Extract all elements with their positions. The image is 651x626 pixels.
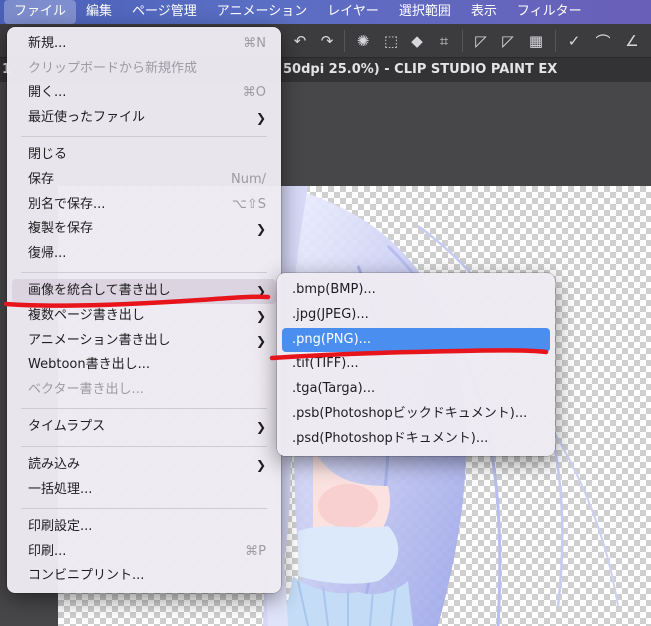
toolbar-divider: [462, 30, 463, 52]
file-menu: 新規... ⌘N クリップボードから新規作成 開く... ⌘O 最近使ったファイル ❯…: [7, 27, 281, 593]
menu-item-label: 読み込み: [28, 456, 81, 472]
shortcut-label: ⌘O: [242, 85, 266, 101]
menu-item-label: 複製を保存: [28, 221, 94, 237]
menu-divider: [21, 272, 267, 274]
grid-icon[interactable]: ▦: [525, 30, 547, 52]
menu-divider: [21, 508, 267, 510]
menu-item-export-vector: ベクター書き出し...: [12, 378, 276, 403]
menu-item-new[interactable]: 新規... ⌘N: [12, 32, 276, 57]
menu-item-label: アニメーション書き出し: [28, 332, 171, 348]
menu-item-label: 複数ページ書き出し: [28, 307, 145, 323]
menu-item-label: ベクター書き出し...: [28, 381, 144, 397]
menu-file[interactable]: ファイル: [4, 0, 77, 24]
menu-item-label: タイムラプス: [28, 419, 106, 435]
menu-item-timelapse[interactable]: タイムラプス ❯: [12, 415, 276, 440]
menu-divider: [21, 445, 267, 447]
export-format-submenu: .bmp(BMP)... .jpg(JPEG)... .png(PNG)... …: [277, 273, 555, 456]
menu-item-close[interactable]: 閉じる: [12, 143, 276, 168]
menu-item-export-flattened[interactable]: 画像を統合して書き出し ❯: [12, 279, 276, 304]
menu-item-label: 開く...: [28, 85, 67, 101]
menu-divider: [21, 136, 267, 138]
pen-tool-icon[interactable]: ✓: [563, 30, 585, 52]
chevron-right-icon: ❯: [255, 308, 266, 323]
crop-icon[interactable]: ⬚: [380, 30, 402, 52]
menu-selection[interactable]: 選択範囲: [389, 0, 461, 24]
menu-item-label: 印刷設定...: [28, 519, 93, 535]
menu-item-label: 保存: [28, 171, 55, 187]
window-title: 50dpi 25.0%) - CLIP STUDIO PAINT EX: [283, 62, 558, 77]
menu-item-label: 画像を統合して書き出し: [28, 283, 171, 299]
chevron-right-icon: ❯: [255, 110, 266, 125]
toolbar-divider: [344, 30, 345, 52]
chevron-right-icon: ❯: [255, 333, 266, 348]
submenu-item-jpg[interactable]: .jpg(JPEG)...: [282, 303, 550, 328]
menu-item-label: クリップボードから新規作成: [28, 60, 198, 76]
chevron-right-icon: ❯: [255, 222, 266, 237]
chevron-right-icon: ❯: [255, 420, 266, 435]
menu-item-open[interactable]: 開く... ⌘O: [12, 81, 276, 106]
chevron-right-icon: ❯: [255, 457, 266, 472]
menu-item-label: 一括処理...: [28, 481, 93, 497]
menu-item-export-animation[interactable]: アニメーション書き出し ❯: [12, 329, 276, 354]
toolbar-divider: [555, 30, 556, 52]
submenu-item-tif[interactable]: .tif(TIFF)...: [282, 352, 550, 377]
menu-item-batch-process[interactable]: 一括処理...: [12, 478, 276, 503]
ruler-off-icon[interactable]: ◸: [470, 30, 492, 52]
menu-page-management[interactable]: ページ管理: [122, 0, 207, 24]
menu-animation[interactable]: アニメーション: [207, 0, 317, 24]
shortcut-label: ⌘N: [243, 36, 266, 51]
menu-item-label: 新規...: [28, 36, 67, 51]
brush-tool-icon[interactable]: ⌒: [592, 30, 614, 52]
submenu-item-bmp[interactable]: .bmp(BMP)...: [282, 278, 550, 303]
snap-icon[interactable]: ◸: [497, 30, 519, 52]
transform-icon[interactable]: ⌗: [433, 30, 455, 52]
menu-item-label: 印刷...: [28, 543, 67, 559]
menu-item-save-copy[interactable]: 複製を保存 ❯: [12, 217, 276, 242]
shortcut-label: ⌘P: [245, 543, 266, 559]
fill-icon[interactable]: ◆: [406, 30, 428, 52]
shortcut-label: Num/: [230, 171, 266, 187]
menu-item-revert[interactable]: 復帰...: [12, 242, 276, 267]
menu-item-save-as[interactable]: 別名で保存... ⌥⇧S: [12, 193, 276, 218]
menu-divider: [21, 408, 267, 410]
clear-selection-icon[interactable]: ✺: [352, 30, 374, 52]
shortcut-label: ⌥⇧S: [231, 196, 266, 212]
submenu-item-psb[interactable]: .psb(Photoshopビックドキュメント)...: [282, 402, 550, 427]
menu-item-export-webtoon[interactable]: Webtoon書き出し...: [12, 353, 276, 378]
menu-item-export-multiple-pages[interactable]: 複数ページ書き出し ❯: [12, 304, 276, 329]
menu-item-label: Webtoon書き出し...: [28, 357, 150, 373]
menu-item-print[interactable]: 印刷... ⌘P: [12, 540, 276, 565]
menu-bar: ファイル 編集 ページ管理 アニメーション レイヤー 選択範囲 表示 フィルター: [0, 0, 651, 24]
submenu-item-png[interactable]: .png(PNG)...: [282, 327, 550, 353]
submenu-item-psd[interactable]: .psd(Photoshopドキュメント)...: [282, 427, 550, 452]
menu-item-recent-files[interactable]: 最近使ったファイル ❯: [12, 106, 276, 131]
menu-edit[interactable]: 編集: [76, 0, 122, 24]
menu-item-label: コンビニプリント...: [28, 568, 145, 584]
menu-item-new-from-clipboard: クリップボードから新規作成: [12, 57, 276, 82]
menu-item-save[interactable]: 保存 Num/: [12, 168, 276, 193]
menu-item-label: 別名で保存...: [28, 196, 106, 212]
undo-icon[interactable]: ↶: [289, 30, 311, 52]
line-tool-icon[interactable]: ∠: [621, 30, 643, 52]
chevron-right-icon: ❯: [255, 284, 266, 299]
menu-layer[interactable]: レイヤー: [317, 0, 389, 24]
menu-item-print-settings[interactable]: 印刷設定...: [12, 515, 276, 540]
menu-item-import[interactable]: 読み込み ❯: [12, 453, 276, 478]
menu-filter[interactable]: フィルター: [507, 0, 592, 24]
submenu-item-tga[interactable]: .tga(Targa)...: [282, 377, 550, 402]
menu-item-label: 閉じる: [28, 147, 68, 163]
redo-icon[interactable]: ↷: [316, 30, 338, 52]
menu-view[interactable]: 表示: [461, 0, 507, 24]
menu-item-convenience-print[interactable]: コンビニプリント...: [12, 564, 276, 589]
menu-item-label: 復帰...: [28, 245, 67, 261]
menu-item-label: 最近使ったファイル: [28, 109, 146, 125]
